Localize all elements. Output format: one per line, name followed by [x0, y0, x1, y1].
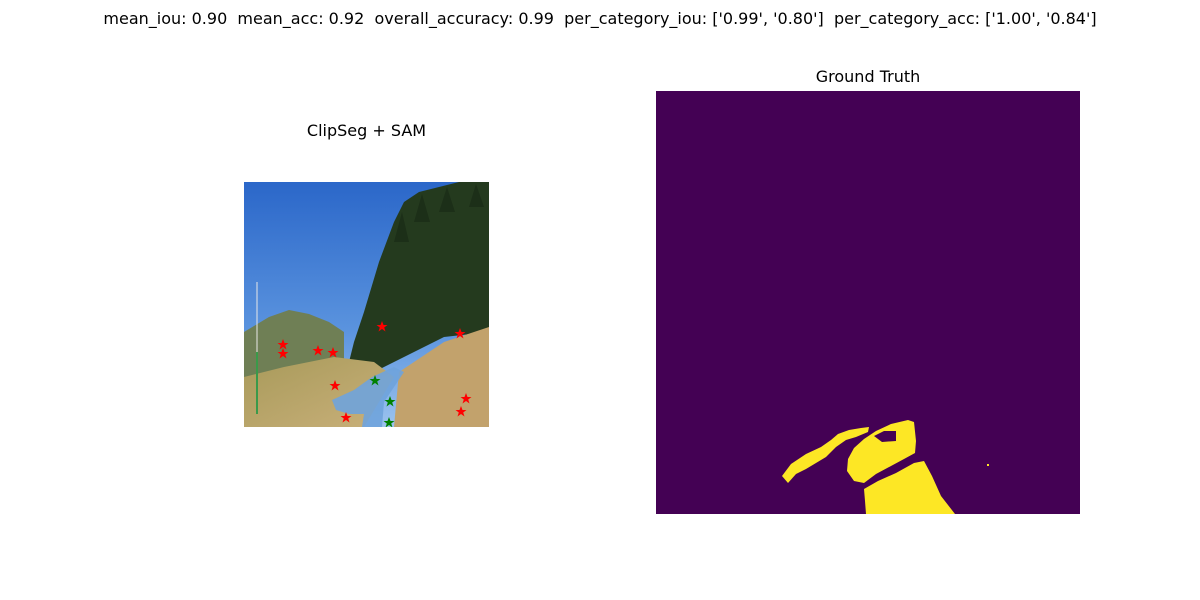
ground-truth-mask — [656, 91, 1080, 514]
metrics-title: mean_iou: 0.90 mean_acc: 0.92 overall_ac… — [103, 9, 1097, 28]
clipseg-sam-image — [244, 182, 489, 427]
ground-truth-title: Ground Truth — [815, 67, 921, 86]
clipseg-sam-title: ClipSeg + SAM — [306, 121, 427, 140]
